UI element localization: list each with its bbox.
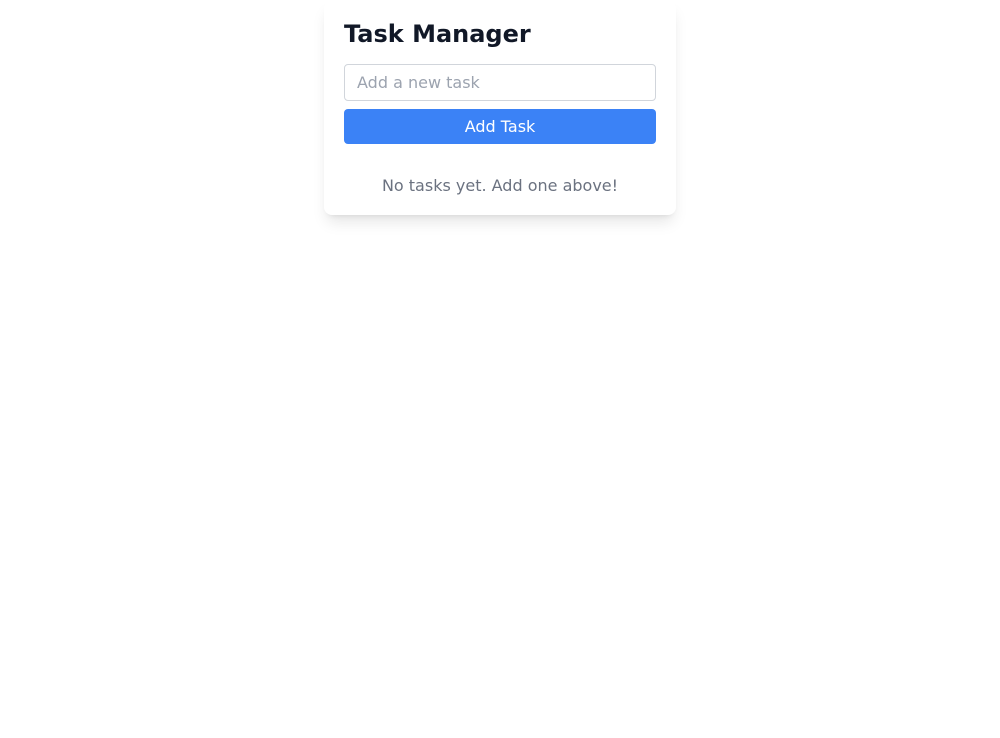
page-title: Task Manager [344, 20, 656, 48]
add-task-button[interactable]: Add Task [344, 109, 656, 144]
empty-state-message: No tasks yet. Add one above! [344, 176, 656, 195]
task-manager-card: Task Manager Add Task No tasks yet. Add … [324, 0, 676, 215]
new-task-input[interactable] [344, 64, 656, 101]
